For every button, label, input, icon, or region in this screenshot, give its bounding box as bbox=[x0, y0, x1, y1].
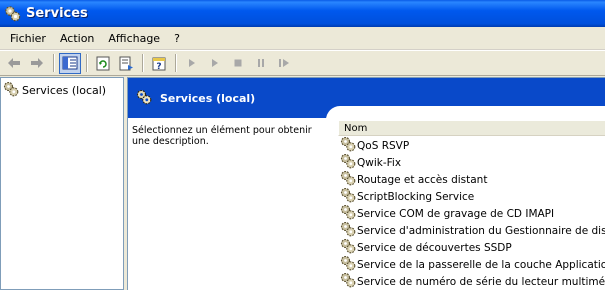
list-item[interactable]: QoS RSVP bbox=[338, 137, 605, 154]
service-gear-icon bbox=[340, 171, 356, 188]
list-item[interactable]: Qwik-Fix bbox=[338, 154, 605, 171]
list-item[interactable]: Service d'administration du Gestionnaire… bbox=[338, 222, 605, 239]
service-gear-icon bbox=[340, 137, 356, 154]
services-gears-icon bbox=[4, 5, 21, 22]
services-rows: QoS RSVP Qwik-Fix Routage et accès distant… bbox=[338, 137, 605, 290]
list-item[interactable]: ScriptBlocking Service bbox=[338, 188, 605, 205]
column-header-nom[interactable]: Nom bbox=[338, 121, 605, 136]
window-title: Services bbox=[26, 6, 88, 21]
help-properties-icon[interactable]: ? bbox=[148, 53, 170, 74]
service-name: ScriptBlocking Service bbox=[357, 190, 475, 203]
service-gear-icon bbox=[340, 256, 356, 273]
service-gear-icon bbox=[340, 188, 356, 205]
toolbar-separator bbox=[53, 54, 55, 72]
service-gear-icon bbox=[340, 273, 356, 290]
service-name: QoS RSVP bbox=[357, 139, 410, 152]
title-bar[interactable]: Services bbox=[0, 0, 605, 27]
service-gear-icon bbox=[340, 239, 356, 256]
start-service-icon[interactable] bbox=[181, 53, 203, 74]
menu-help[interactable]: ? bbox=[167, 30, 187, 47]
service-gear-icon bbox=[340, 222, 356, 239]
service-name: Service d'administration du Gestionnaire… bbox=[357, 224, 605, 237]
service-name: Service de numéro de série du lecteur mu… bbox=[357, 275, 605, 288]
toolbar-separator bbox=[86, 54, 88, 72]
refresh-icon[interactable] bbox=[92, 53, 114, 74]
tree-item-label: Services (local) bbox=[22, 84, 107, 97]
service-gear-icon bbox=[340, 154, 356, 171]
content-area: Services (local) Services (local) Sélect… bbox=[0, 77, 605, 290]
forward-arrow-icon[interactable] bbox=[26, 53, 48, 74]
service-name: Routage et accès distant bbox=[357, 173, 488, 186]
services-gears-icon bbox=[136, 89, 152, 108]
show-hide-tree-icon[interactable] bbox=[59, 52, 81, 74]
start-service-alt-icon[interactable] bbox=[204, 53, 226, 74]
menu-fichier[interactable]: Fichier bbox=[3, 30, 53, 47]
menu-affichage[interactable]: Affichage bbox=[101, 30, 167, 47]
services-list[interactable]: Nom QoS RSVP Qwik-Fix Routage et accès dis… bbox=[338, 121, 605, 290]
details-pane: Services (local) Sélectionnez un élément… bbox=[127, 77, 605, 290]
menu-bar: Fichier Action Affichage ? bbox=[0, 27, 605, 50]
list-item[interactable]: Routage et accès distant bbox=[338, 171, 605, 188]
service-gear-icon bbox=[340, 205, 356, 222]
list-item[interactable]: Service de la passerelle de la couche Ap… bbox=[338, 256, 605, 273]
list-item[interactable]: Service de découvertes SSDP bbox=[338, 239, 605, 256]
svg-text:?: ? bbox=[156, 62, 161, 71]
toolbar-separator bbox=[175, 54, 177, 72]
restart-service-icon[interactable] bbox=[273, 53, 295, 74]
description-text: Sélectionnez un élément pour obtenir une… bbox=[132, 125, 312, 147]
pane-header-title: Services (local) bbox=[160, 91, 256, 105]
service-name: Qwik-Fix bbox=[357, 156, 402, 169]
back-arrow-icon[interactable] bbox=[3, 53, 25, 74]
service-name: Service COM de gravage de CD IMAPI bbox=[357, 207, 555, 220]
export-list-icon[interactable] bbox=[115, 53, 137, 74]
service-name: Service de la passerelle de la couche Ap… bbox=[357, 258, 605, 271]
services-window: Services Fichier Action Affichage ? ? Se… bbox=[0, 0, 605, 290]
stop-service-icon[interactable] bbox=[227, 53, 249, 74]
menu-action[interactable]: Action bbox=[53, 30, 101, 47]
services-gears-icon bbox=[3, 81, 19, 100]
header-curve-decoration bbox=[326, 106, 605, 120]
pause-service-icon[interactable] bbox=[250, 53, 272, 74]
list-item[interactable]: Service COM de gravage de CD IMAPI bbox=[338, 205, 605, 222]
toolbar-separator bbox=[142, 54, 144, 72]
tree-item-services-local[interactable]: Services (local) bbox=[3, 81, 106, 100]
service-name: Service de découvertes SSDP bbox=[357, 241, 512, 254]
console-tree[interactable]: Services (local) bbox=[0, 77, 124, 290]
list-item[interactable]: Service de numéro de série du lecteur mu… bbox=[338, 273, 605, 290]
toolbar: ? bbox=[0, 50, 605, 76]
